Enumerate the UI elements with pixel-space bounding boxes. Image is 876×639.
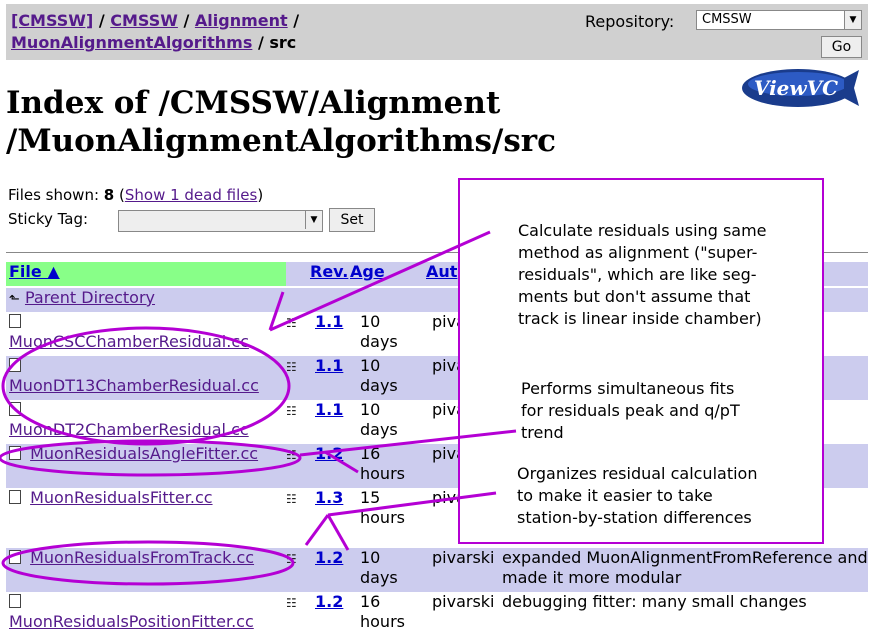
highlight-oval-chamber-residuals (1, 326, 291, 446)
arrow-line-fits (299, 429, 517, 457)
annotation-overlay (0, 230, 517, 586)
arrow-line-organizes-tail (304, 514, 330, 546)
arrow-line-residuals (269, 230, 491, 332)
arrow-line-organizes-branch (326, 514, 350, 551)
highlight-oval-from-track (1, 540, 295, 586)
arrow-line-organizes (327, 491, 497, 517)
arrow-line-fits-branch (324, 450, 359, 474)
highlight-oval-angle-fitter (0, 439, 302, 477)
